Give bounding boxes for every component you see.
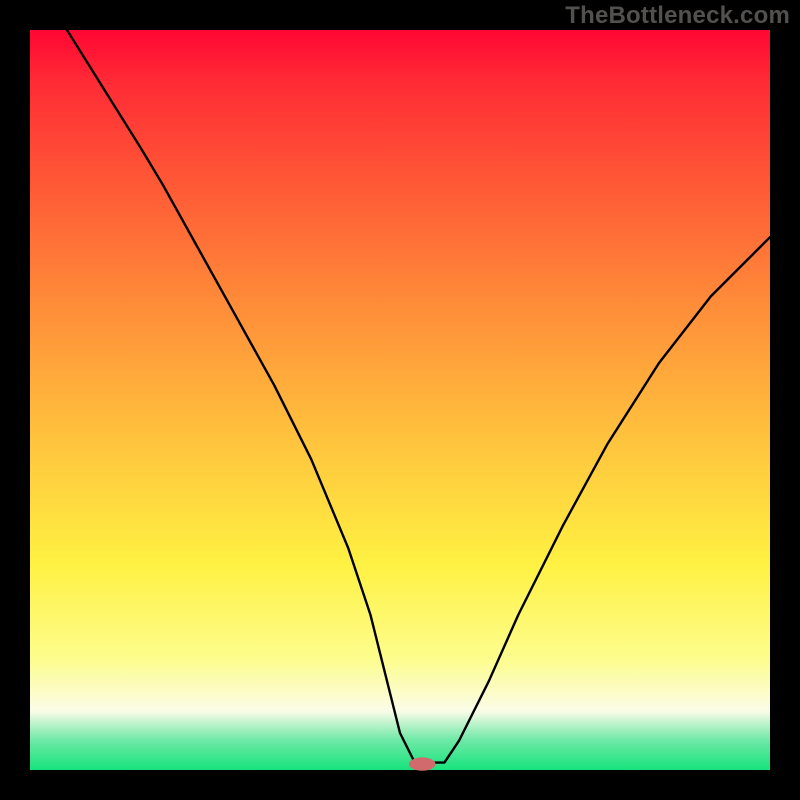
watermark-text: TheBottleneck.com (565, 2, 790, 30)
chart-frame: TheBottleneck.com (0, 0, 800, 800)
plot-area (30, 30, 770, 770)
plot-svg (30, 30, 770, 770)
min-marker (409, 757, 436, 770)
bottleneck-curve (30, 0, 770, 763)
